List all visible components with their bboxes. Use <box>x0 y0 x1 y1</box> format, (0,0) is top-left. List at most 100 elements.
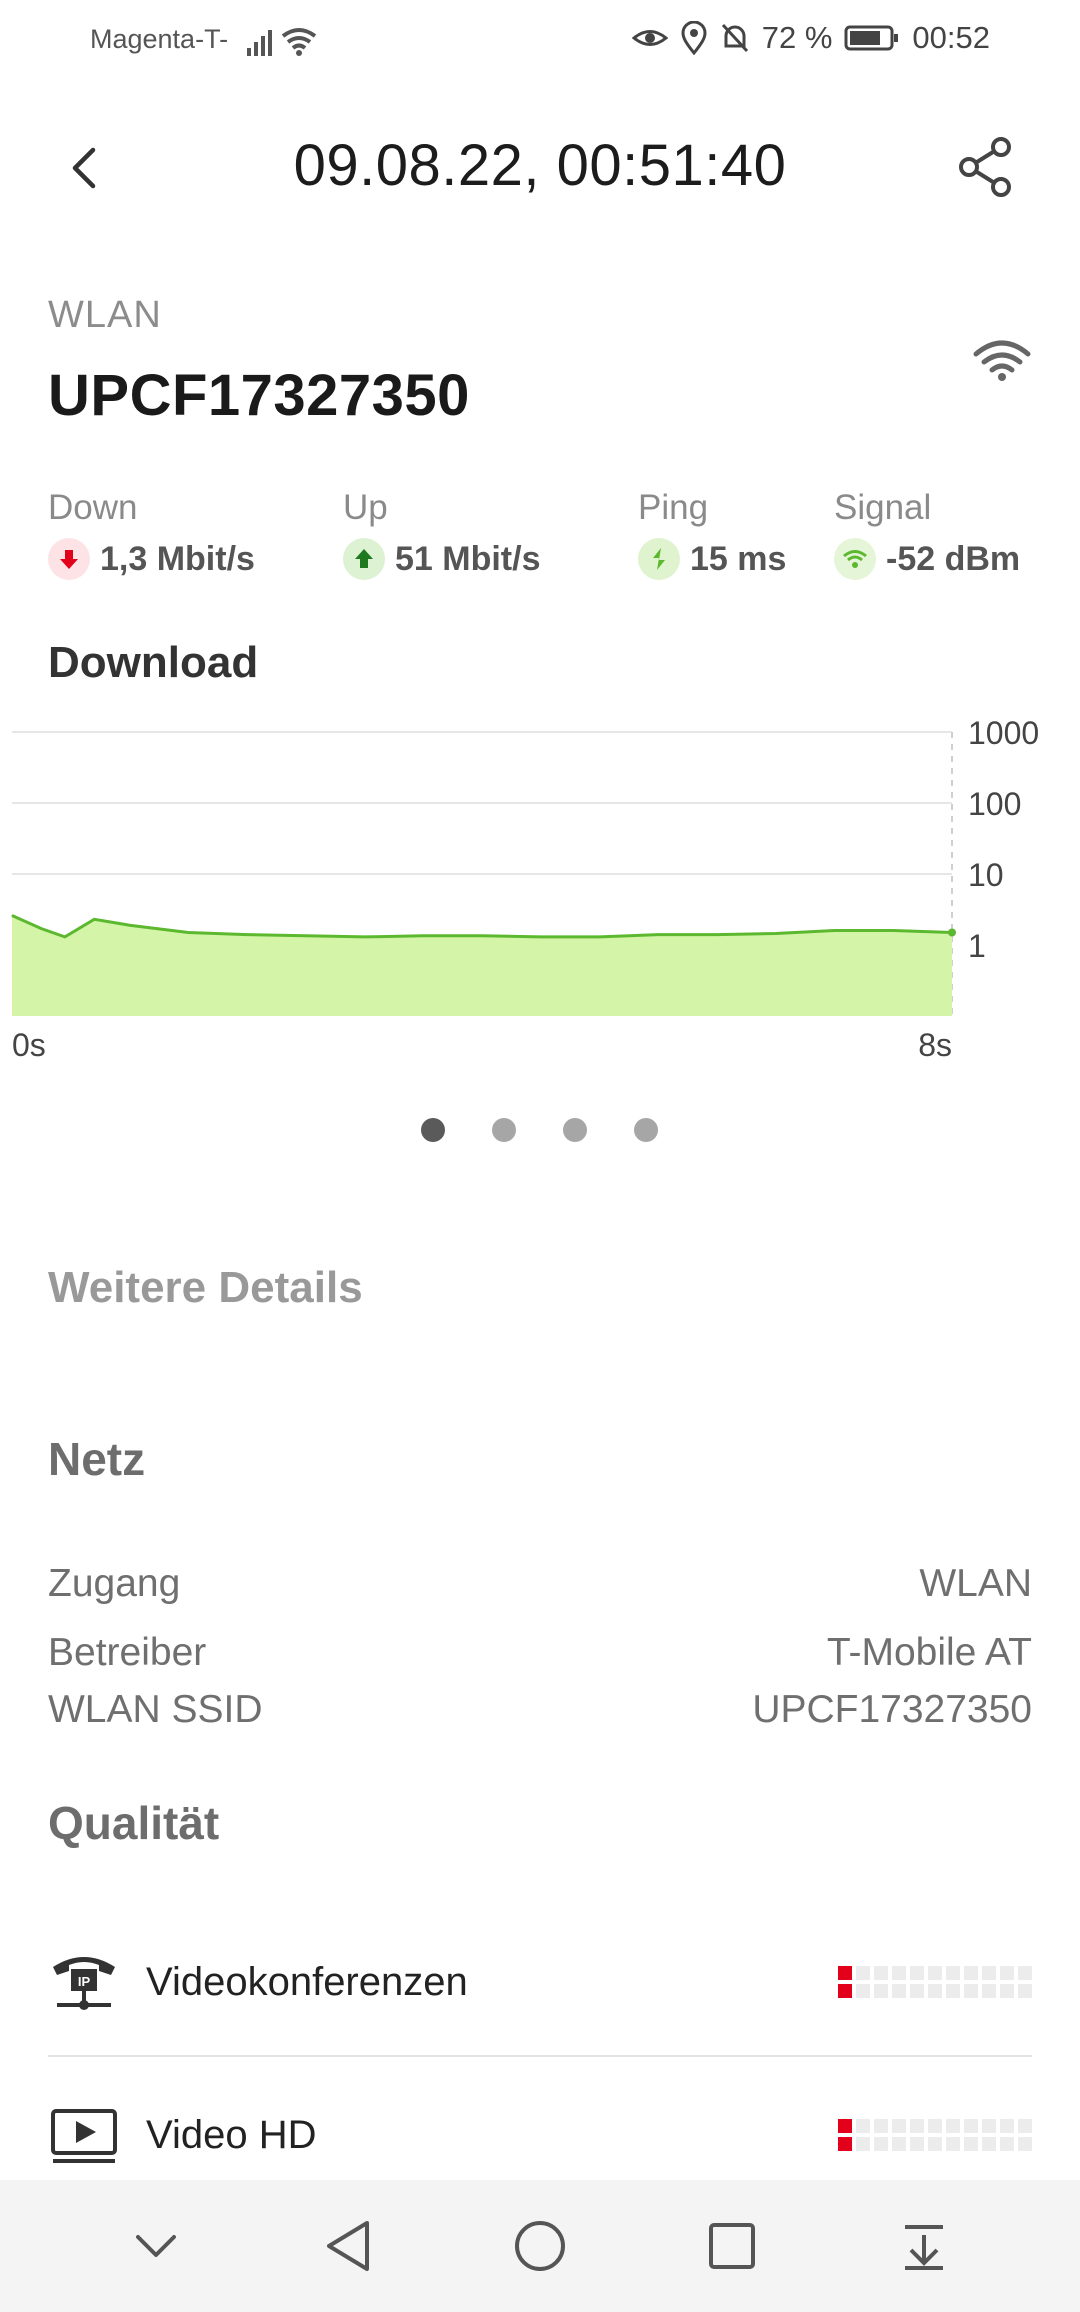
detail-row-operator: Betreiber T-Mobile AT <box>48 1631 1032 1675</box>
chart-data-point <box>40 928 42 930</box>
quality-level-cell <box>1000 2119 1014 2133</box>
chart-data-point <box>93 918 95 920</box>
chart-data-point <box>422 935 424 937</box>
metric-value: 15 ms <box>690 539 787 578</box>
chart-data-point <box>834 930 835 932</box>
eye-comfort-icon <box>631 30 668 46</box>
metric-value: 1,3 Mbit/s <box>100 539 255 578</box>
quality-level-cell <box>928 2137 942 2151</box>
metric-ping: Ping 15 ms <box>638 488 786 580</box>
quality-level-cell <box>928 1984 942 1998</box>
page-title: 09.08.22, 00:51:40 <box>293 133 787 198</box>
chart-data-point <box>948 928 956 937</box>
quality-level-cell <box>946 1966 960 1980</box>
quality-level-cell <box>964 1984 978 1998</box>
chart-data-point <box>64 936 66 938</box>
quality-level-cell <box>910 1966 924 1980</box>
quality-level-bars <box>838 2119 1032 2151</box>
back-icon[interactable] <box>303 2201 393 2291</box>
status-bar: Magenta-T- 72 % 00:52 <box>0 0 1080 84</box>
chart-data-point <box>364 936 365 938</box>
detail-key: Betreiber <box>48 1631 207 1674</box>
detail-key: WLAN SSID <box>48 1688 263 1731</box>
quality-level-cell <box>838 1984 852 1998</box>
quality-label: Video HD <box>146 2112 317 2157</box>
arrow-up-icon <box>343 538 385 580</box>
status-signal-icons <box>245 22 325 70</box>
quality-level-cell <box>1000 2137 1014 2151</box>
recents-icon[interactable] <box>687 2201 777 2291</box>
metric-label: Up <box>343 488 388 527</box>
video-play-icon <box>48 2099 120 2171</box>
cell-signal-icon <box>247 28 317 56</box>
pager-dot[interactable] <box>563 1118 587 1142</box>
pager-dot[interactable] <box>421 1118 445 1142</box>
quality-level-cell <box>892 1984 906 1998</box>
download-chart: 1000 100 10 1 0s 8s <box>0 715 1080 1063</box>
chart-data-point <box>11 915 13 917</box>
quality-level-cell <box>1000 1984 1014 1998</box>
chart-y-tick-label: 10 <box>968 857 1004 893</box>
pager-dot[interactable] <box>492 1118 516 1142</box>
quality-level-cell <box>892 2137 906 2151</box>
pager-dot[interactable] <box>634 1118 658 1142</box>
wifi-signal-icon <box>834 538 876 580</box>
quality-level-cell <box>910 2119 924 2133</box>
quality-level-cell <box>874 2137 888 2151</box>
chart-data-point <box>540 936 542 938</box>
quality-level-cell <box>964 2137 978 2151</box>
quality-level-cell <box>982 2119 996 2133</box>
quality-level-cell <box>982 2137 996 2151</box>
system-nav-bar <box>0 2180 1080 2312</box>
metric-value: -52 dBm <box>886 539 1021 578</box>
app-bar: 09.08.22, 00:51:40 <box>0 84 1080 254</box>
chart-data-point <box>775 933 777 935</box>
quality-row-videoconf[interactable]: IP Videokonferenzen <box>48 1927 1032 2037</box>
quality-level-cell <box>856 1984 870 1998</box>
network-heading: Netz <box>48 1433 146 1485</box>
quality-level-cell <box>1018 1984 1032 1998</box>
collapse-icon[interactable] <box>111 2201 201 2291</box>
quality-level-cell <box>856 2119 870 2133</box>
battery-icon <box>844 25 899 51</box>
quality-level-cell <box>1000 1966 1014 1980</box>
chart-data-point <box>599 936 600 938</box>
metric-label: Signal <box>834 488 932 527</box>
quality-level-cell <box>874 1984 888 1998</box>
chart-y-tick-label: 1000 <box>968 720 1039 751</box>
connection-name: UPCF17327350 <box>48 363 470 428</box>
battery-percent: 72 % <box>761 20 833 55</box>
metrics-row: Down 1,3 Mbit/s Up 51 Mbit/s Ping 15 ms … <box>0 488 1080 588</box>
details-heading: Weitere Details <box>48 1263 363 1312</box>
status-right: 72 % 00:52 <box>631 20 990 56</box>
quality-level-cell <box>928 1966 942 1980</box>
metric-label: Down <box>48 488 138 527</box>
metric-value: 51 Mbit/s <box>395 539 541 578</box>
download-heading: Download <box>48 638 259 687</box>
detail-value: T-Mobile AT <box>826 1631 1032 1674</box>
chart-data-point <box>481 935 483 937</box>
quality-level-cell <box>928 2119 942 2133</box>
detail-row-ssid: WLAN SSID UPCF17327350 <box>48 1688 1032 1732</box>
chart-x-end-label: 8s <box>918 1027 952 1060</box>
metric-down: Down 1,3 Mbit/s <box>48 488 255 580</box>
share-button[interactable] <box>948 130 1022 204</box>
quality-level-cell <box>946 2119 960 2133</box>
quality-level-bars <box>838 1966 1032 1998</box>
ping-icon <box>638 538 680 580</box>
home-icon[interactable] <box>495 2201 585 2291</box>
notification-pull-icon[interactable] <box>879 2201 969 2291</box>
quality-level-cell <box>982 1984 996 1998</box>
download-chart-svg: 1000 100 10 1 0s 8s <box>11 715 1039 1063</box>
quality-row-videohd[interactable]: Video HD <box>48 2080 1032 2190</box>
quality-level-cell <box>964 1966 978 1980</box>
quality-level-cell <box>1018 1966 1032 1980</box>
svg-text:IP: IP <box>78 1974 91 1989</box>
quality-level-cell <box>910 1984 924 1998</box>
quality-level-cell <box>1018 2119 1032 2133</box>
chart-y-tick-label: 1 <box>968 928 986 964</box>
chart-x-start-label: 0s <box>12 1027 46 1060</box>
wifi-icon <box>972 338 1032 387</box>
location-icon <box>681 21 707 55</box>
quality-level-cell <box>874 1966 888 1980</box>
